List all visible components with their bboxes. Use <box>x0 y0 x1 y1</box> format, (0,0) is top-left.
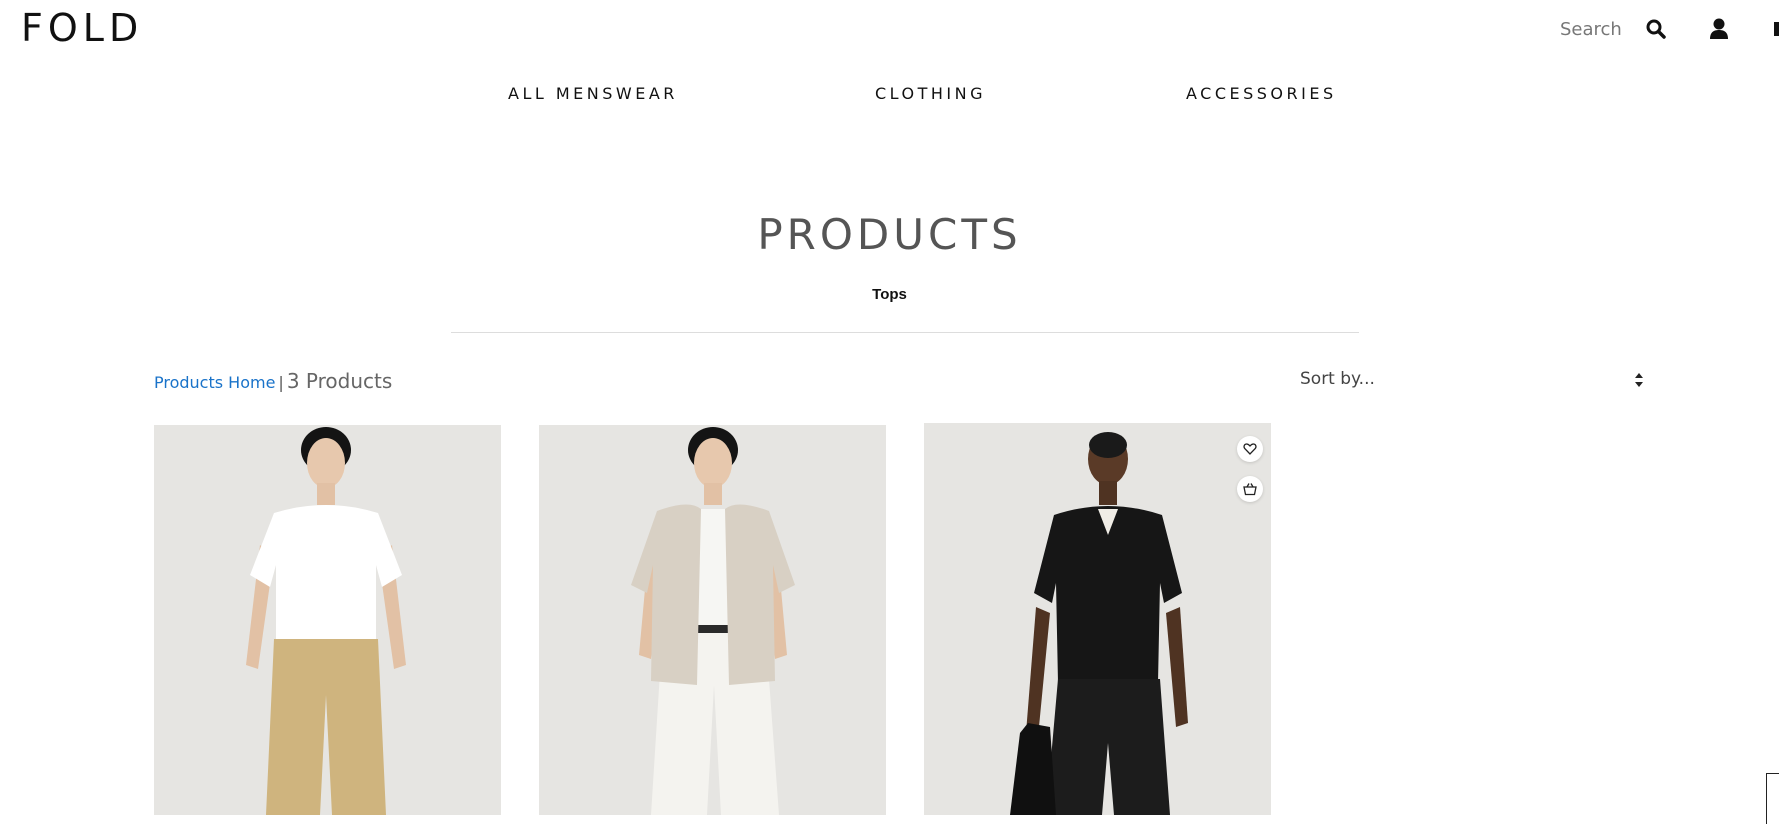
site-logo[interactable]: FOLD <box>21 6 143 50</box>
product-image <box>539 425 886 815</box>
heart-icon <box>1243 443 1257 455</box>
product-count: 3 Products <box>286 369 393 393</box>
breadcrumb-separator: | <box>278 373 284 392</box>
product-card[interactable] <box>539 425 886 815</box>
quick-add-button[interactable] <box>1237 476 1263 502</box>
sort-label: Sort by... <box>1300 369 1375 389</box>
search-input[interactable]: Search <box>1560 19 1622 40</box>
search-icon[interactable] <box>1646 19 1666 39</box>
sort-arrows-icon <box>1634 372 1644 393</box>
product-image <box>924 423 1271 815</box>
divider <box>451 332 1359 333</box>
nav-item-accessories[interactable]: ACCESSORIES <box>1186 84 1337 103</box>
cart-icon[interactable] <box>1774 22 1779 36</box>
product-card[interactable] <box>154 425 501 815</box>
nav-item-all-menswear[interactable]: ALL MENSWEAR <box>508 84 678 103</box>
subcategory-link[interactable]: Tops <box>0 286 1779 303</box>
chat-widget-edge[interactable] <box>1766 773 1779 824</box>
sort-select[interactable]: Sort by... <box>1300 366 1644 394</box>
user-icon[interactable] <box>1709 18 1729 40</box>
product-image <box>154 425 501 815</box>
product-card[interactable] <box>924 423 1271 815</box>
nav-item-clothing[interactable]: CLOTHING <box>875 84 986 103</box>
basket-icon <box>1243 483 1257 496</box>
breadcrumb: Products Home | 3 Products <box>154 369 392 393</box>
breadcrumb-home-link[interactable]: Products Home <box>154 373 275 392</box>
main-nav: ALL MENSWEAR CLOTHING ACCESSORIES <box>0 84 1779 108</box>
wishlist-button[interactable] <box>1237 436 1263 462</box>
page-title: PRODUCTS <box>757 210 1022 259</box>
